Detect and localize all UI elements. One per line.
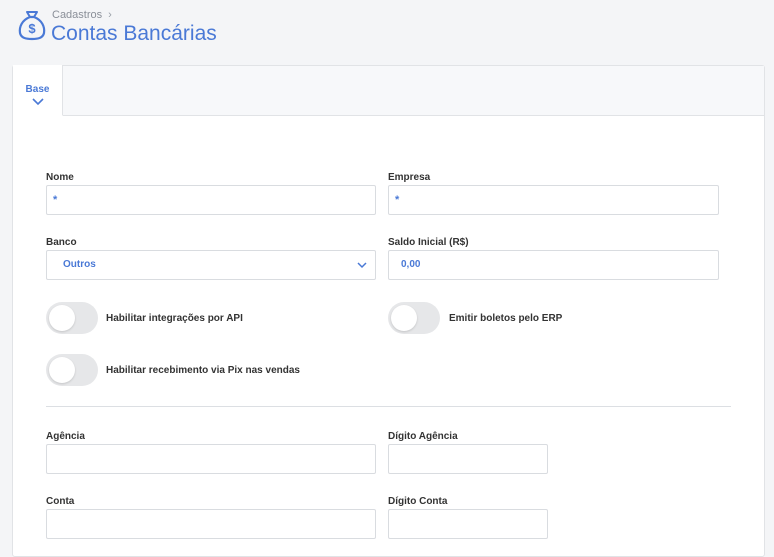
- nome-label: Nome: [46, 172, 74, 183]
- nome-input[interactable]: *: [46, 185, 376, 215]
- conta-label: Conta: [46, 496, 75, 507]
- breadcrumb: Cadastros ›: [52, 9, 112, 21]
- digito-conta-input[interactable]: [388, 509, 548, 539]
- toggle-knob: [391, 305, 417, 331]
- tab-bar: Base: [13, 65, 764, 116]
- digito-conta-label: Dígito Conta: [388, 496, 448, 507]
- required-marker: *: [395, 194, 400, 206]
- digito-agencia-input[interactable]: [388, 444, 548, 474]
- api-integration-label: Habilitar integrações por API: [106, 313, 243, 324]
- saldo-inicial-label: Saldo Inicial (R$): [388, 237, 469, 248]
- banco-label: Banco: [46, 237, 77, 248]
- conta-input[interactable]: [46, 509, 376, 539]
- required-marker: *: [53, 194, 58, 206]
- empresa-input[interactable]: *: [388, 185, 719, 215]
- saldo-inicial-input[interactable]: 0,00: [388, 250, 719, 280]
- svg-text:$: $: [28, 21, 36, 36]
- form-card: Base Nome * Empresa * Banco Outros Saldo…: [12, 65, 765, 557]
- toggle-knob: [49, 357, 75, 383]
- section-divider: [46, 406, 731, 407]
- pix-label: Habilitar recebimento via Pix nas vendas: [106, 365, 300, 376]
- money-bag-icon: $: [18, 11, 46, 41]
- chevron-down-icon: [357, 262, 367, 269]
- toggle-knob: [49, 305, 75, 331]
- digito-agencia-label: Dígito Agência: [388, 431, 458, 442]
- tab-base[interactable]: Base: [13, 65, 63, 116]
- api-integration-toggle[interactable]: [46, 302, 98, 334]
- tab-label: Base: [25, 84, 50, 95]
- banco-selected-value: Outros: [63, 259, 96, 270]
- saldo-inicial-value: 0,00: [401, 259, 421, 270]
- banco-select[interactable]: Outros: [46, 250, 376, 280]
- breadcrumb-item-cadastros[interactable]: Cadastros: [52, 9, 102, 21]
- pix-toggle[interactable]: [46, 354, 98, 386]
- boletos-label: Emitir boletos pelo ERP: [449, 313, 563, 324]
- breadcrumb-separator-icon: ›: [108, 9, 112, 21]
- boletos-toggle[interactable]: [388, 302, 440, 334]
- agencia-label: Agência: [46, 431, 85, 442]
- page-title: Contas Bancárias: [51, 22, 217, 45]
- chevron-down-icon: [31, 98, 44, 106]
- agencia-input[interactable]: [46, 444, 376, 474]
- empresa-label: Empresa: [388, 172, 431, 183]
